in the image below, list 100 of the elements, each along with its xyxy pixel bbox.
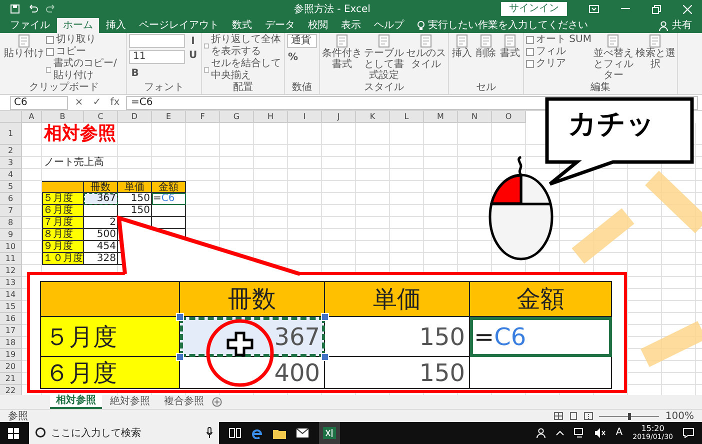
ribbon-display-icon[interactable] [589,5,599,13]
ribbon-button[interactable]: セルのスタイル [406,34,446,82]
column-header[interactable]: L [390,111,424,123]
grid-view-icon[interactable] [554,412,564,420]
formula-button[interactable]: fx [108,97,122,108]
sheet-tab[interactable]: 絶対参照 [104,396,156,408]
ribbon-button[interactable]: フィル [526,46,592,58]
row-header[interactable]: 8 [0,217,22,229]
lightbulb-icon[interactable] [417,20,425,30]
ribbon-tab[interactable]: ファイル [4,18,56,33]
ribbon-button[interactable]: オート SUM [526,34,592,46]
zoom-slider-thumb[interactable] [628,412,632,420]
column-header[interactable]: G [220,111,254,123]
row-header[interactable]: 22 [0,385,22,395]
row-header[interactable]: 4 [0,169,22,181]
ribbon-button[interactable]: コピー [46,46,124,58]
ribbon-button[interactable]: 貼り付け [4,34,44,82]
selection-handle[interactable] [321,313,329,321]
spreadsheet-icon[interactable] [323,427,336,439]
column-header[interactable]: J [322,111,356,123]
selection-handle[interactable] [176,353,184,361]
ribbon-tab[interactable]: ページレイアウト [133,18,225,33]
format-button[interactable]: B [129,66,141,80]
row-header[interactable]: 15 [0,301,22,313]
row-header[interactable]: 17 [0,325,22,337]
notification-icon[interactable] [683,428,694,438]
save-icon[interactable] [10,4,20,14]
redo-icon[interactable] [46,4,56,14]
column-header[interactable]: A [22,111,42,123]
formula-button[interactable]: ✓ [90,97,104,108]
mail-icon[interactable] [296,428,309,438]
speaker-icon[interactable] [594,428,606,438]
row-header[interactable]: 7 [0,205,22,217]
ribbon-button[interactable]: 条件付き書式 [322,34,362,82]
minimize-icon[interactable] [621,8,630,10]
sheet-tab[interactable]: 相対参照 [50,395,102,409]
share-button[interactable]: 共有 [672,18,692,33]
row-header[interactable]: 11 [0,253,22,265]
ribbon-tab[interactable]: 表示 [335,18,367,33]
format-button[interactable]: U [187,48,199,62]
column-header[interactable]: O [492,111,526,123]
ribbon-button[interactable]: 並べ替えとフィルター [593,34,634,82]
column-header[interactable]: N [458,111,492,123]
browser-icon[interactable] [251,427,263,439]
row-header[interactable]: 6 [0,193,22,205]
folder-icon[interactable] [273,428,286,438]
row-header[interactable]: 19 [0,349,22,361]
row-header[interactable]: 2 [0,145,22,157]
zoom-level[interactable]: 100% [665,410,694,422]
name-box[interactable]: C6 [10,96,68,110]
page-break-icon[interactable] [584,412,594,420]
network-icon[interactable] [574,428,585,438]
row-header[interactable]: 16 [0,313,22,325]
row-header[interactable]: 10 [0,241,22,253]
column-header[interactable]: B [42,111,84,123]
formula-button[interactable]: × [72,97,86,108]
column-header[interactable]: I [288,111,322,123]
ribbon-button[interactable]: 切り取り [46,34,124,46]
microphone-icon[interactable] [206,427,213,438]
ribbon-tab[interactable]: ホーム [57,18,99,33]
format-button[interactable]: I [187,34,199,48]
column-header[interactable]: H [254,111,288,123]
ribbon-button[interactable]: 削除 [475,34,497,82]
row-header[interactable]: 12 [0,265,22,277]
ribbon-button[interactable]: 書式のコピー/貼り付け [46,58,124,82]
windows-logo-icon[interactable] [8,428,19,438]
ribbon-tab[interactable]: ヘルプ [368,18,410,33]
column-header[interactable]: K [356,111,390,123]
ribbon-button[interactable]: 折り返して全体を表示する [204,34,282,58]
selection-handle[interactable] [176,313,184,321]
row-header[interactable]: 14 [0,289,22,301]
sign-in-button[interactable]: サインイン [501,2,567,16]
row-header[interactable]: 9 [0,229,22,241]
font-name-field[interactable] [129,34,185,48]
row-header[interactable]: 21 [0,373,22,385]
sheet-tab[interactable]: 複合参照 [158,396,210,408]
format-button[interactable]: % [287,50,299,64]
ribbon-tab[interactable]: 校閲 [302,18,334,33]
person-icon[interactable] [536,428,546,438]
ribbon-button[interactable]: 検索と選択 [635,34,676,82]
ribbon-tab[interactable]: 挿入 [100,18,132,33]
column-header[interactable]: M [424,111,458,123]
row-header[interactable]: 13 [0,277,22,289]
selection-handle[interactable] [321,353,329,361]
row-header[interactable]: 3 [0,157,22,169]
task-view-icon[interactable] [229,428,241,438]
restore-icon[interactable] [652,4,661,14]
ribbon-button[interactable]: クリア [526,58,592,70]
close-icon[interactable] [683,4,692,14]
row-header[interactable]: 5 [0,181,22,193]
dropdown-field[interactable]: 11 [129,50,185,64]
ribbon-button[interactable]: セルを結合して中央揃え [204,58,282,82]
page-view-icon[interactable] [569,412,578,420]
dropdown-field[interactable]: 通貨 [287,34,317,48]
ribbon-button[interactable]: テーブルとして書式設定 [364,34,404,82]
taskbar-search-field[interactable]: ここに入力して検索 [29,422,219,444]
column-header[interactable]: F [186,111,220,123]
ribbon-tab[interactable]: 数式 [226,18,258,33]
add-sheet-icon[interactable] [212,397,222,407]
row-header[interactable]: 18 [0,337,22,349]
